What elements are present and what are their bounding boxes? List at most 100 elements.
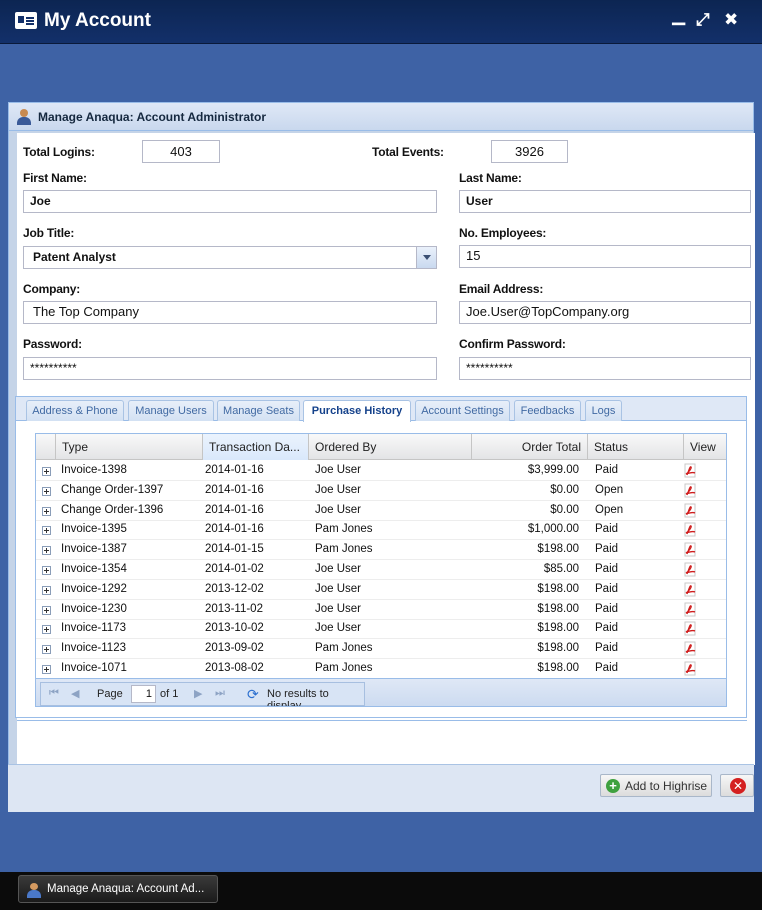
row-type: Invoice-1173 [61, 622, 126, 634]
page-label: Page [97, 688, 123, 700]
row-status: Paid [595, 622, 619, 634]
row-ordered-by: Pam Jones [315, 523, 373, 535]
expand-row-icon[interactable] [42, 467, 51, 476]
dialog-lower-panel [17, 720, 747, 764]
pdf-icon[interactable] [684, 542, 697, 557]
expand-row-icon[interactable] [42, 566, 51, 575]
last-page-icon[interactable]: ⏭ [215, 687, 225, 700]
row-ordered-by: Joe User [315, 484, 362, 496]
row-order-total: $198.00 [537, 622, 579, 634]
pdf-icon[interactable] [684, 522, 697, 537]
col-order-total[interactable]: Order Total [472, 434, 588, 460]
pdf-icon[interactable] [684, 562, 697, 577]
row-status: Paid [595, 583, 619, 595]
pdf-icon[interactable] [684, 463, 697, 478]
pdf-icon[interactable] [684, 641, 697, 656]
table-row[interactable]: Invoice-1398 2014-01-16 Joe User $3,999.00 P… [36, 461, 726, 481]
row-order-total: $0.00 [550, 484, 579, 496]
row-status: Paid [595, 464, 619, 476]
pdf-icon[interactable] [684, 621, 697, 636]
company-label: Company: [23, 282, 81, 296]
pdf-icon[interactable] [684, 602, 697, 617]
first-name-input[interactable]: Joe [23, 190, 437, 213]
row-type: Invoice-1230 [61, 603, 127, 615]
table-row[interactable]: Change Order-1396 2014-01-16 Joe User $0.00… [36, 501, 726, 521]
window-title: My Account [44, 10, 151, 31]
row-type: Invoice-1354 [61, 563, 127, 575]
table-row[interactable]: Invoice-1230 2013-11-02 Joe User $198.00 Pai… [36, 600, 726, 620]
row-order-total: $3,999.00 [527, 464, 579, 476]
pdf-icon[interactable] [684, 483, 697, 498]
row-order-total: $198.00 [537, 583, 579, 595]
tab-feedbacks[interactable]: Feedbacks [514, 400, 581, 421]
pdf-icon[interactable] [684, 661, 697, 676]
col-view[interactable]: View [684, 434, 726, 460]
row-type: Invoice-1071 [61, 662, 127, 674]
job-title-combo[interactable]: Patent Analyst [23, 246, 437, 269]
first-page-icon[interactable]: ⏮ [49, 687, 59, 700]
col-status[interactable]: Status [588, 434, 684, 460]
tab-account-settings[interactable]: Account Settings [415, 400, 510, 421]
user-icon [17, 109, 31, 125]
tab-manage-users[interactable]: Manage Users [128, 400, 214, 421]
tab-manage-seats[interactable]: Manage Seats [217, 400, 300, 421]
table-row[interactable]: Invoice-1292 2013-12-02 Joe User $198.00 Pai… [36, 580, 726, 600]
expand-row-icon[interactable] [42, 526, 51, 535]
table-row[interactable]: Invoice-1354 2014-01-02 Joe User $85.00 Paid [36, 560, 726, 580]
col-type[interactable]: Type [56, 434, 203, 460]
confirm-password-label: Confirm Password: [459, 337, 566, 351]
next-page-icon[interactable]: ▶ [194, 687, 202, 700]
prev-page-icon[interactable]: ◀ [71, 687, 79, 700]
expand-row-icon[interactable] [42, 487, 51, 496]
chevron-down-icon[interactable] [416, 247, 436, 268]
expand-row-icon[interactable] [42, 625, 51, 634]
pdf-icon[interactable] [684, 582, 697, 597]
table-row[interactable]: Invoice-1387 2014-01-15 Pam Jones $198.00 Pa… [36, 540, 726, 560]
page-number-input[interactable]: 1 [131, 685, 156, 703]
minimize-icon[interactable]: ▁ [672, 6, 685, 26]
col-transaction-date[interactable]: Transaction Da... [203, 434, 309, 460]
add-icon: + [606, 779, 620, 793]
row-order-total: $1,000.00 [527, 523, 579, 535]
tab-purchase-history[interactable]: Purchase History [303, 400, 411, 422]
tab-logs[interactable]: Logs [585, 400, 622, 421]
pager-group: ⏮ ◀ Page 1 of 1 ▶ ⏭ ⟳ No results to disp… [40, 682, 365, 706]
table-row[interactable]: Invoice-1123 2013-09-02 Pam Jones $198.00 Pa… [36, 639, 726, 659]
expand-row-icon[interactable] [42, 645, 51, 654]
table-row[interactable]: Change Order-1397 2014-01-16 Joe User $0.00… [36, 481, 726, 501]
window-titlebar: My Account ▁ ⤢ ✖ [0, 0, 762, 44]
expand-row-icon[interactable] [42, 606, 51, 615]
add-to-highrise-button[interactable]: + Add to Highrise [600, 774, 712, 797]
pdf-icon[interactable] [684, 503, 697, 518]
expand-row-icon[interactable] [42, 586, 51, 595]
table-row[interactable]: Invoice-1173 2013-10-02 Joe User $198.00 Pai… [36, 619, 726, 639]
close-icon[interactable]: ✖ [724, 10, 738, 30]
taskbar-item[interactable]: Manage Anaqua: Account Ad... [18, 875, 218, 903]
last-name-input[interactable]: User [459, 190, 751, 213]
password-input[interactable]: ********** [23, 357, 437, 380]
purchase-history-grid: Type Transaction Da... Ordered By Order … [35, 433, 727, 707]
total-logins-field: 403 [142, 140, 220, 163]
employees-label: No. Employees: [459, 226, 547, 240]
row-order-total: $198.00 [537, 543, 579, 555]
expand-row-icon[interactable] [42, 507, 51, 516]
table-row[interactable]: Invoice-1071 2013-08-02 Pam Jones $198.00 Pa… [36, 659, 726, 679]
password-label: Password: [23, 337, 82, 351]
table-row[interactable]: Invoice-1395 2014-01-16 Pam Jones $1,000.00… [36, 520, 726, 540]
email-input[interactable]: Joe.User@TopCompany.org [459, 301, 751, 324]
row-date: 2014-01-16 [205, 504, 264, 516]
expand-row-icon[interactable] [42, 546, 51, 555]
company-input[interactable]: The Top Company [23, 301, 437, 324]
cancel-button[interactable]: ✕ [720, 774, 754, 797]
email-label: Email Address: [459, 282, 544, 296]
tab-address-phone[interactable]: Address & Phone [26, 400, 124, 421]
refresh-icon[interactable]: ⟳ [247, 686, 259, 703]
row-ordered-by: Joe User [315, 603, 362, 615]
confirm-password-input[interactable]: ********** [459, 357, 751, 380]
row-order-total: $85.00 [543, 563, 579, 575]
maximize-icon[interactable]: ⤢ [696, 10, 710, 30]
employees-input[interactable]: 15 [459, 245, 751, 268]
col-ordered-by[interactable]: Ordered By [309, 434, 472, 460]
first-name-label: First Name: [23, 171, 87, 185]
expand-row-icon[interactable] [42, 665, 51, 674]
